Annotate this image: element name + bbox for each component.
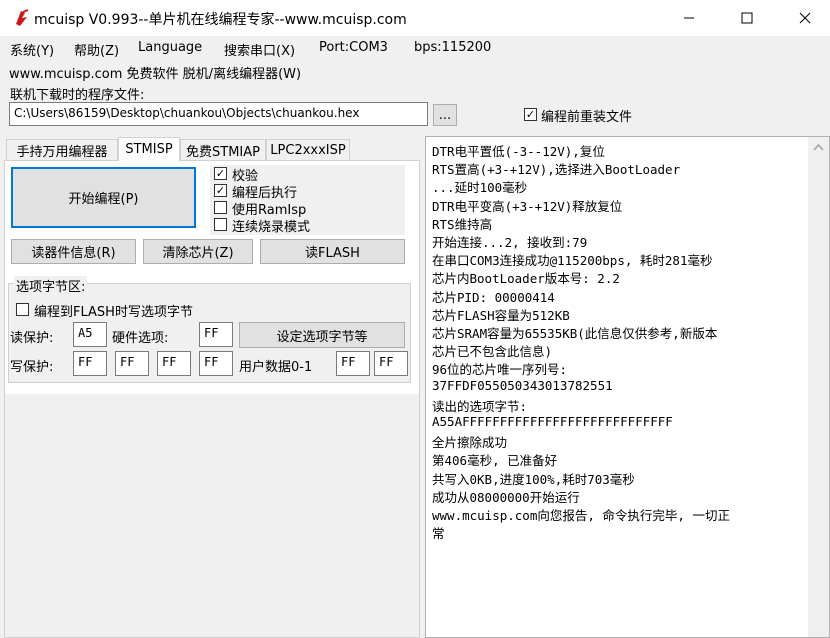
set-option-bytes-button[interactable]: 设定选项字节等 bbox=[239, 322, 405, 348]
minimize-button[interactable] bbox=[660, 0, 718, 36]
log-line: DTR电平变高(+3-+12V)释放复位 bbox=[432, 198, 623, 214]
log-line: 开始连接...2, 接收到:79 bbox=[432, 235, 588, 250]
write-option-bytes-checkbox[interactable] bbox=[16, 303, 29, 316]
hardware-option-input[interactable]: FF bbox=[199, 322, 233, 347]
erase-chip-button[interactable]: 清除芯片(Z) bbox=[143, 239, 253, 264]
tab-handheld-programmer[interactable]: 手持万用编程器 bbox=[6, 139, 118, 160]
chevron-up-icon bbox=[813, 143, 824, 151]
user-data-input-0[interactable]: FF bbox=[336, 351, 370, 376]
log-line: 全片擦除成功 bbox=[432, 435, 508, 451]
log-line: 芯片内BootLoader版本号: 2.2 bbox=[432, 271, 620, 287]
read-device-info-button[interactable]: 读器件信息(R) bbox=[11, 239, 136, 264]
log-line: 芯片SRAM容量为65535KB(此信息仅供参考,新版本 bbox=[432, 326, 718, 341]
minimize-icon bbox=[684, 17, 694, 19]
log-line: 芯片已不包含此信息) bbox=[432, 344, 553, 360]
menu-language[interactable]: Language bbox=[138, 40, 202, 55]
menu-help[interactable]: 帮助(Z) bbox=[74, 40, 119, 59]
write-option-bytes-label: 编程到FLASH时写选项字节 bbox=[34, 305, 193, 320]
log-scrollbar[interactable] bbox=[808, 137, 829, 637]
log-line: 芯片PID: 00000414 bbox=[432, 289, 555, 305]
continuous-burn-checkbox[interactable] bbox=[214, 218, 227, 231]
log-line: 共写入0KB,进度100%,耗时703毫秒 bbox=[432, 471, 635, 487]
log-line: 37FFDF055050343013782551 bbox=[432, 377, 613, 393]
maximize-button[interactable] bbox=[718, 0, 776, 36]
maximize-icon bbox=[741, 12, 753, 24]
log-line: A55AFFFFFFFFFFFFFFFFFFFFFFFFFFFF bbox=[432, 414, 673, 429]
log-output[interactable]: DTR电平置低(-3--12V),复位 RTS置高(+3-+12V),选择进入Bo… bbox=[425, 136, 830, 638]
continuous-burn-label: 连续烧录模式 bbox=[232, 220, 311, 235]
user-data-input-1[interactable]: FF bbox=[374, 351, 408, 376]
start-programming-button[interactable]: 开始编程(P) bbox=[11, 167, 196, 228]
reload-before-program-checkbox[interactable]: ✓ bbox=[524, 108, 537, 121]
close-button[interactable] bbox=[776, 0, 830, 36]
verify-checkbox[interactable]: ✓ bbox=[214, 167, 227, 180]
file-label: 联机下载时的程序文件: bbox=[10, 88, 145, 103]
option-bytes-title: 选项字节区: bbox=[14, 276, 88, 295]
read-protect-input[interactable]: A5 bbox=[73, 322, 107, 347]
menu-bps[interactable]: bps:115200 bbox=[414, 40, 491, 55]
log-line: 在串口COM3连接成功@115200bps, 耗时281毫秒 bbox=[432, 253, 713, 269]
tab-free-stmiap[interactable]: 免费STMIAP bbox=[180, 139, 266, 160]
file-path-input[interactable]: C:\Users\86159\Desktop\chuankou\Objects\… bbox=[9, 102, 428, 126]
log-line: ...延时100毫秒 bbox=[432, 180, 528, 196]
log-line: 成功从08000000开始运行 bbox=[432, 489, 580, 505]
log-line: 第406毫秒, 已准备好 bbox=[432, 453, 558, 469]
reload-before-program-label: 编程前重装文件 bbox=[541, 110, 633, 125]
run-after-program-checkbox[interactable]: ✓ bbox=[214, 184, 227, 197]
write-protect-input-2[interactable]: FF bbox=[157, 351, 191, 376]
browse-button[interactable]: ... bbox=[433, 104, 457, 126]
log-line: 芯片FLASH容量为512KB bbox=[432, 307, 570, 323]
log-line: 常 bbox=[432, 526, 445, 542]
check-icon: ✓ bbox=[215, 167, 226, 180]
log-line: 读出的选项字节: bbox=[432, 398, 528, 414]
app-logo-icon bbox=[16, 9, 29, 26]
log-line: DTR电平置低(-3--12V),复位 bbox=[432, 144, 605, 159]
window-title: mcuisp V0.993--单片机在线编程专家--www.mcuisp.com bbox=[34, 12, 407, 28]
close-icon bbox=[799, 12, 811, 24]
menu-search-port[interactable]: 搜索串口(X) bbox=[224, 40, 295, 59]
menu-system[interactable]: 系统(Y) bbox=[10, 40, 54, 59]
hardware-option-label: 硬件选项: bbox=[112, 331, 169, 346]
menu-port[interactable]: Port:COM3 bbox=[319, 40, 388, 55]
log-line: www.mcuisp.com向您报告, 命令执行完毕, 一切正 bbox=[432, 508, 730, 523]
menu-offline-programmer[interactable]: www.mcuisp.com 免费软件 脱机/离线编程器(W) bbox=[9, 63, 301, 82]
write-protect-input-0[interactable]: FF bbox=[73, 351, 107, 376]
read-protect-label: 读保护: bbox=[10, 331, 54, 346]
user-data-label: 用户数据0-1 bbox=[239, 360, 313, 375]
write-protect-input-1[interactable]: FF bbox=[115, 351, 149, 376]
tab-lpc2xxxisp[interactable]: LPC2xxxISP bbox=[266, 139, 350, 160]
log-line: 96位的芯片唯一序列号: bbox=[432, 362, 568, 378]
tab-stmisp[interactable]: STMISP bbox=[118, 137, 180, 161]
log-line: RTS置高(+3-+12V),选择进入BootLoader bbox=[432, 162, 681, 178]
write-protect-input-3[interactable]: FF bbox=[199, 351, 233, 376]
read-flash-button[interactable]: 读FLASH bbox=[260, 239, 405, 264]
check-icon: ✓ bbox=[525, 108, 536, 121]
write-protect-label: 写保护: bbox=[10, 360, 54, 375]
check-icon: ✓ bbox=[215, 184, 226, 197]
use-ramisp-checkbox[interactable] bbox=[214, 201, 227, 214]
log-line: RTS维持高 bbox=[432, 216, 493, 232]
